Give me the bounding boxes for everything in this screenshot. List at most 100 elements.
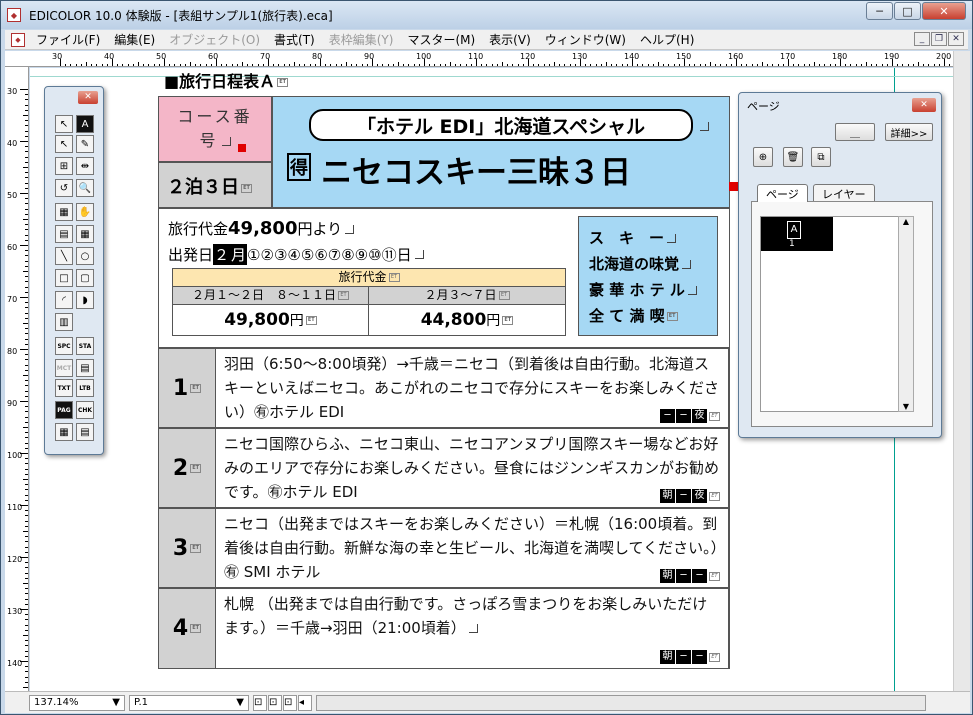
ruler-tick [606,62,607,66]
fee-table[interactable]: 旅行代金 ET ２月１～２日 ８～１１日 ET ２月３～７日 ET 49,800円 ET… [172,268,566,336]
sta-tool-icon[interactable]: STA [76,337,94,355]
txt-tool-icon[interactable]: TXT [55,379,73,397]
ellipse-tool-icon[interactable]: ○ [76,247,94,265]
day-description-cell[interactable]: ニセコ（出発まではスキーをお楽しみください）＝札幌（16:00頃着。到着後は自由… [216,508,729,588]
text-tool-icon[interactable]: A [76,115,94,133]
line-tool-icon[interactable]: ╲ [55,247,73,265]
day-number-cell[interactable]: 1 ET [158,348,216,428]
table-tool-icon[interactable]: ▦ [76,225,94,243]
mdi-close-button[interactable]: ✕ [948,32,964,46]
menu-table-edit[interactable]: 表枠編集(Y) [322,31,401,48]
day-description-cell[interactable]: ニセコ国際ひらふ、ニセコ東山、ニセコアンヌプリ国際スキー場などお好みのエリアで存… [216,428,729,508]
price-line[interactable]: 旅行代金49,800円より [168,218,355,239]
page-select[interactable]: P.1 ▼ [129,694,249,711]
select-tool-icon[interactable]: ↖ [55,115,73,133]
page-list[interactable]: A 1 [760,216,910,412]
zoom-tool-icon[interactable]: 🔍 [76,179,94,197]
menu-window[interactable]: ウィンドウ(W) [538,31,633,48]
tab-layer[interactable]: レイヤー [813,184,875,202]
direct-select-tool-icon[interactable]: ↖ [55,135,73,153]
prev-page-button[interactable]: ⊡ [268,694,282,711]
horizontal-scrollbar[interactable] [316,694,926,711]
detail-button[interactable]: 詳細>> [885,123,933,141]
day-description-cell[interactable]: 札幌 （出発までは自由行動です。さっぽろ雪まつりをお楽しみいただけます。）＝千歳… [216,588,729,669]
maximize-button[interactable]: □ [894,2,921,20]
page-panel[interactable]: ページ ✕ ＿ 詳細>> ⊕ 🗑 ⧉ ページ レイヤー A 1 ▲ ▼ [738,92,942,438]
title-bar[interactable]: ◆ EDICOLOR 10.0 体験版 - [表組サンプル1(旅行表).eca]… [1,1,972,29]
ruler-tick [20,349,28,350]
pen-tool-icon[interactable]: ✎ [76,135,94,153]
pattern-tool-icon[interactable]: ▦ [55,203,73,221]
rect-tool-icon[interactable]: □ [55,269,73,287]
rotate-tool-icon[interactable]: ↺ [55,179,73,197]
grid-tool-icon[interactable]: ▤ [76,359,94,377]
tab-page[interactable]: ページ [757,184,808,202]
blank-button[interactable]: ＿ [835,123,875,141]
features-box[interactable]: ス キ ー 北海道の味覚 豪 華 ホ テ ル 全 て 満 喫 ET [578,216,718,336]
spc-tool-icon[interactable]: SPC [55,337,73,355]
duplicate-page-icon[interactable]: ⧉ [811,147,831,167]
ruler-tick [25,172,28,174]
ruler-tick [652,64,654,66]
image-frame-tool-icon[interactable]: ▥ [55,313,73,331]
next-page-button[interactable]: ⊡ [283,694,297,711]
page-list-scrollbar[interactable]: ▲ ▼ [898,216,914,412]
tool-palette[interactable]: ✕ ↖ A ↖ ✎ ⊞ ⇹ ↺ 🔍 ▦ ✋ ▤ ▦ ╲ ○ □ ▢ ◜ ◗ ▥ SPC STA MCT ▤ TXT LTB PAG… [44,86,104,455]
day-description-cell[interactable]: 羽田（6:50～8:00頃発）→千歳＝ニセコ（到着後は自由行動。北海道スキーとい… [216,348,729,428]
chevron-up-icon[interactable]: ▲ [899,217,913,226]
menu-file[interactable]: ファイル(F) [29,31,107,48]
depart-line[interactable]: 出発日 ２月 ①②③④⑤⑥⑦⑧⑨⑩⑪日 [168,244,424,265]
minimize-button[interactable]: ─ [866,2,893,20]
nights-cell[interactable]: ２泊３日 ET [158,162,272,208]
list-tool-icon[interactable]: ▤ [76,423,94,441]
day-number-cell[interactable]: 2 ET [158,428,216,508]
course-number-cell[interactable]: コース番号 [158,96,272,162]
chk-tool-icon[interactable]: CHK [76,401,94,419]
spacing-tool-icon[interactable]: ⇹ [76,157,94,175]
trash-icon[interactable]: 🗑 [783,147,803,167]
new-page-icon[interactable]: ⊕ [753,147,773,167]
menu-format[interactable]: 書式(T) [267,31,322,48]
menu-edit[interactable]: 編集(E) [107,31,162,48]
day-number-cell[interactable]: 3 ET [158,508,216,588]
ruler-tick [23,687,28,688]
ltb-tool-icon[interactable]: LTB [76,379,94,397]
ruler-tick [585,64,587,66]
shape-tool-icon[interactable]: ◗ [76,291,94,309]
ruler-tick [580,59,581,66]
app-icon: ◆ [7,8,21,22]
last-page-button[interactable]: ◂ [298,694,312,711]
page-thumbnail[interactable]: A 1 [761,217,833,251]
chevron-down-icon[interactable]: ▼ [899,402,913,411]
document-icon[interactable]: ◆ [11,32,25,47]
doc-heading[interactable]: ■旅行日程表Ａ ET [164,68,289,92]
menu-object[interactable]: オブジェクト(O) [162,31,267,48]
hand-tool-icon[interactable]: ✋ [76,203,94,221]
mct-tool-icon[interactable]: MCT [55,359,73,377]
arc-tool-icon[interactable]: ◜ [55,291,73,309]
mdi-minimize-button[interactable]: _ [914,32,930,46]
menu-view[interactable]: 表示(V) [482,31,538,48]
close-icon[interactable]: ✕ [912,98,936,112]
ruler-tick [517,64,519,66]
day-number-cell[interactable]: 4 ET [158,588,216,669]
close-icon[interactable]: ✕ [78,91,98,104]
overflow-marker [238,144,246,152]
menu-master[interactable]: マスター(M) [400,31,482,48]
ruler-tick [25,614,28,616]
rounded-rect-tool-icon[interactable]: ▢ [76,269,94,287]
move-tool-icon[interactable]: ⊞ [55,157,73,175]
pag-tool-icon[interactable]: PAG [55,401,73,419]
fill-tool-icon[interactable]: ▤ [55,225,73,243]
close-button[interactable]: ✕ [922,2,966,20]
vertical-scrollbar[interactable] [953,51,970,691]
horizontal-ruler[interactable]: 30 40 50 60 70 80 90 100 110 120 130 140 150 160 170 18… [5,51,953,67]
layout-tool-icon[interactable]: ▦ [55,423,73,441]
mdi-restore-button[interactable]: ❐ [931,32,947,46]
menu-help[interactable]: ヘルプ(H) [633,31,701,48]
ruler-tick [736,59,737,66]
zoom-select[interactable]: 137.14% ▼ [29,694,125,711]
vertical-ruler[interactable]: 30 40 50 60 70 80 90 100 110 120 130 140 [5,67,29,691]
first-page-button[interactable]: ⊡ [253,694,267,711]
title-cell[interactable]: 「ホテル EDI」北海道スペシャル 得 ニセコスキー三昧３日 [272,96,730,208]
